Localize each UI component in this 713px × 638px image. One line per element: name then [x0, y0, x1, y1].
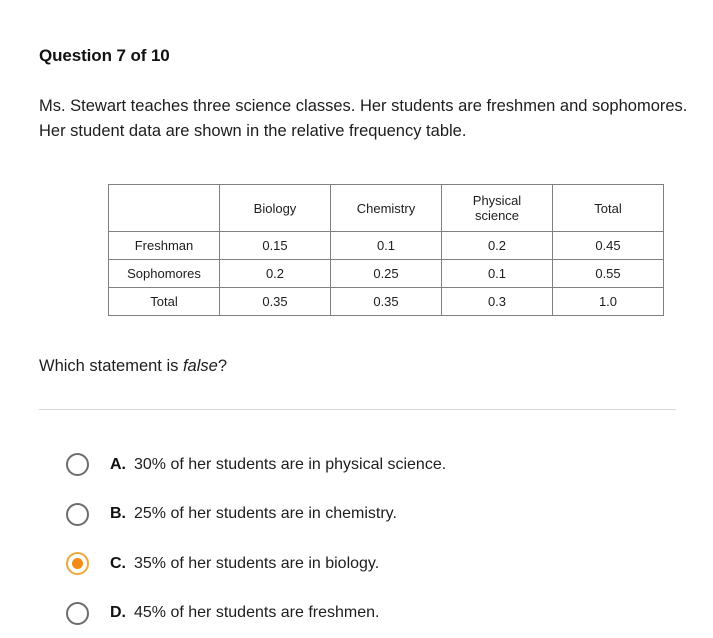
answer-option-a-text: 30% of her students are in physical scie…	[134, 456, 446, 474]
table-cell-sophomores-chemistry: 0.25	[331, 260, 442, 288]
sub-prompt: Which statement is false?	[39, 357, 227, 376]
question-prompt: Ms. Stewart teaches three science classe…	[39, 94, 713, 144]
table-cell-sophomores-total: 0.55	[553, 260, 664, 288]
answer-option-d-text: 45% of her students are freshmen.	[134, 604, 379, 622]
table-cell-freshman-total: 0.45	[553, 232, 664, 260]
table-cell-freshman-biology: 0.15	[220, 232, 331, 260]
physical-science-line-1: Physical	[442, 193, 552, 208]
table-cell-total-total: 1.0	[553, 288, 664, 316]
answer-option-b[interactable]: B. 25% of her students are in chemistry.	[66, 490, 666, 540]
question-page: Question 7 of 10 Ms. Stewart teaches thr…	[0, 0, 713, 632]
relative-frequency-table: Biology Chemistry Physical science Total…	[108, 184, 664, 316]
radio-button-c-icon[interactable]	[66, 552, 89, 575]
table-header-physical-science: Physical science	[442, 185, 553, 232]
answer-option-c-text: 35% of her students are in biology.	[134, 555, 379, 573]
table-header-total: Total	[553, 185, 664, 232]
answer-option-c[interactable]: C. 35% of her students are in biology.	[66, 539, 666, 589]
table-row-label-sophomores: Sophomores	[109, 260, 220, 288]
table-corner-cell	[109, 185, 220, 232]
table-header-biology: Biology	[220, 185, 331, 232]
table-cell-total-chemistry: 0.35	[331, 288, 442, 316]
table-row-label-total: Total	[109, 288, 220, 316]
table-row: Sophomores 0.2 0.25 0.1 0.55	[109, 260, 664, 288]
table-cell-freshman-physical-science: 0.2	[442, 232, 553, 260]
sub-prompt-suffix: ?	[218, 357, 227, 375]
radio-button-d-icon[interactable]	[66, 602, 89, 625]
radio-button-b-icon[interactable]	[66, 503, 89, 526]
answer-option-d[interactable]: D. 45% of her students are freshmen.	[66, 589, 666, 638]
table-cell-freshman-chemistry: 0.1	[331, 232, 442, 260]
physical-science-line-2: science	[442, 208, 552, 223]
answer-option-a-letter: A.	[110, 456, 126, 474]
table-header-chemistry: Chemistry	[331, 185, 442, 232]
sub-prompt-prefix: Which statement is	[39, 357, 183, 375]
answer-option-b-letter: B.	[110, 505, 126, 523]
section-divider	[39, 409, 676, 410]
sub-prompt-italic-word: false	[183, 357, 218, 375]
answer-options-list: A. 30% of her students are in physical s…	[66, 440, 666, 638]
question-heading: Question 7 of 10	[39, 46, 170, 66]
answer-option-d-letter: D.	[110, 604, 126, 622]
answer-option-b-text: 25% of her students are in chemistry.	[134, 505, 397, 523]
table-header-row: Biology Chemistry Physical science Total	[109, 185, 664, 232]
table-cell-sophomores-physical-science: 0.1	[442, 260, 553, 288]
answer-option-a[interactable]: A. 30% of her students are in physical s…	[66, 440, 666, 490]
table-cell-sophomores-biology: 0.2	[220, 260, 331, 288]
table-row: Freshman 0.15 0.1 0.2 0.45	[109, 232, 664, 260]
table-row: Total 0.35 0.35 0.3 1.0	[109, 288, 664, 316]
table-cell-total-physical-science: 0.3	[442, 288, 553, 316]
table-cell-total-biology: 0.35	[220, 288, 331, 316]
table-row-label-freshman: Freshman	[109, 232, 220, 260]
answer-option-c-letter: C.	[110, 555, 126, 573]
radio-button-a-icon[interactable]	[66, 453, 89, 476]
